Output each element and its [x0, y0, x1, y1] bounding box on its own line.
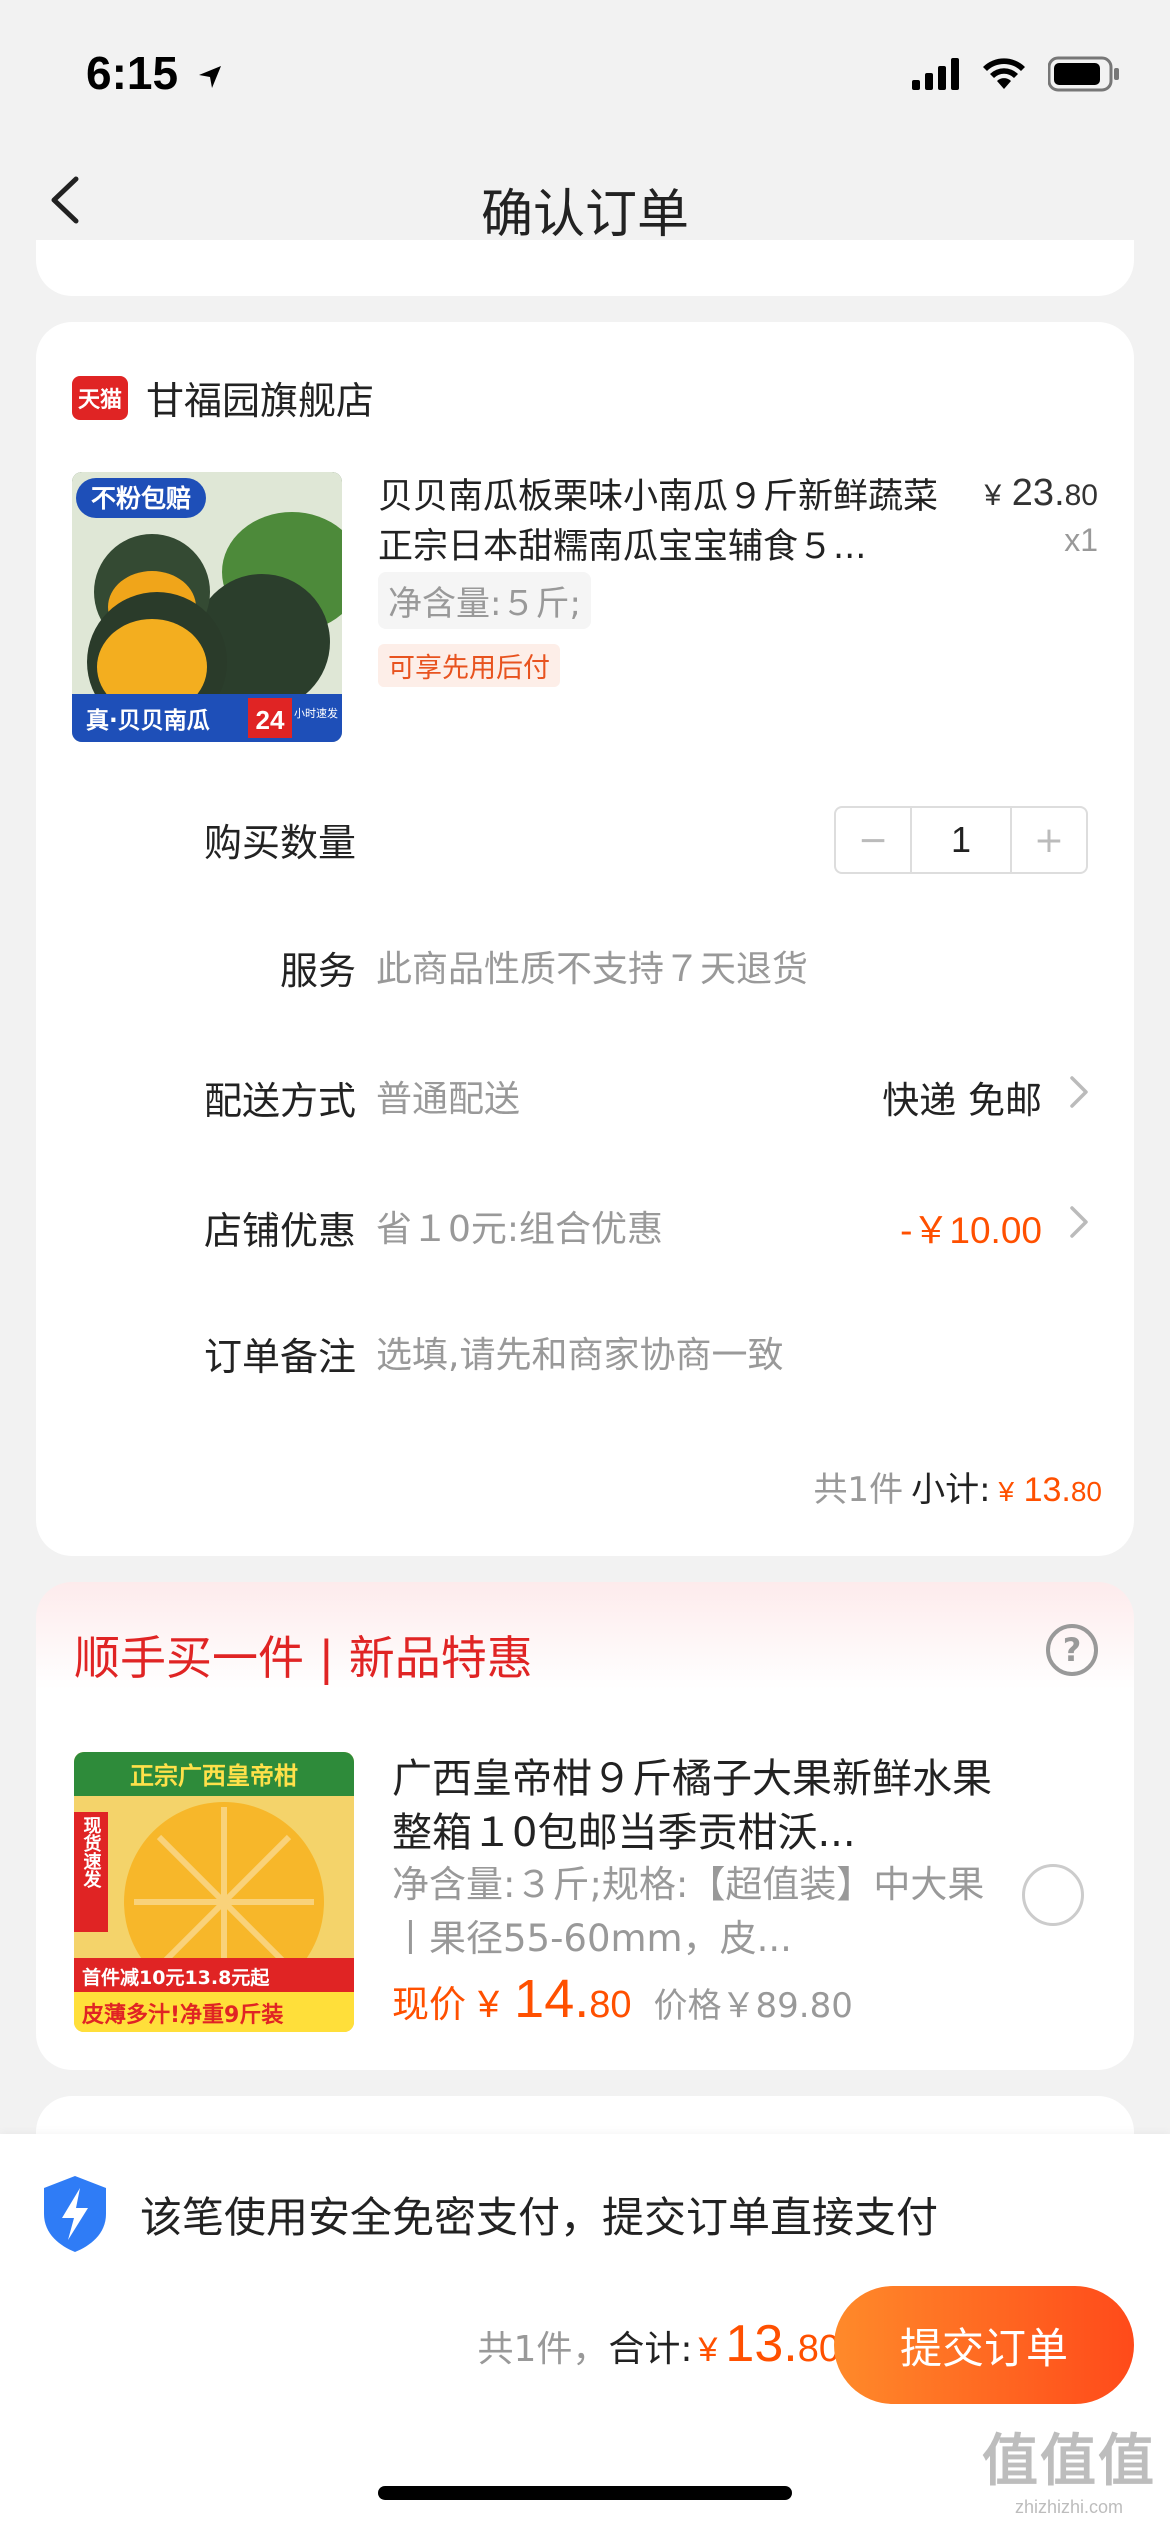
total-currency: ¥	[698, 2331, 718, 2369]
subtotal-count: 共1件	[813, 1470, 904, 1510]
chevron-right-icon[interactable]	[1064, 1202, 1094, 1242]
orange-illustration: 正宗广西皇帝柑 现货速发 首件减10元13.8元起 皮薄多汁!净重9斤装	[74, 1752, 354, 2032]
subtotal-amount: ¥ 13.80	[999, 1471, 1102, 1510]
addon-product-image[interactable]: 正宗广西皇帝柑 现货速发 首件减10元13.8元起 皮薄多汁!净重9斤装	[74, 1752, 354, 2032]
addon-price-cents: 80	[589, 1984, 632, 2026]
address-card-bottom	[36, 240, 1134, 296]
shop-discount-value: 省１0元:组合优惠	[376, 1209, 664, 1250]
product-image-top-text: 不粉包赔	[91, 484, 191, 513]
addon-select-radio[interactable]	[1022, 1864, 1084, 1926]
delivery-label: 配送方式	[203, 1079, 356, 1123]
status-time-text: 6:15	[86, 47, 179, 99]
order-note-input[interactable]: 选填,请先和商家协商一致	[376, 1326, 783, 1378]
increment-button[interactable]: +	[1012, 808, 1086, 872]
addon-image-side-text: 现货速发	[81, 1816, 103, 1889]
product-image-badge-text: 小时速发	[294, 706, 338, 720]
product-title[interactable]: 贝贝南瓜板栗味小南瓜９斤新鲜蔬菜正宗日本甜糯南瓜宝宝辅食５...	[378, 472, 938, 572]
help-icon[interactable]: ?	[1046, 1624, 1098, 1676]
addon-price-now: ¥ 14.80	[478, 1968, 632, 2030]
product-price-int: 23.	[1011, 472, 1065, 514]
order-note-label: 订单备注	[203, 1335, 356, 1379]
product-quantity: x1	[1064, 522, 1098, 558]
order-card: 天猫 甘福园旗舰店 不粉包赔 真·贝贝南瓜 24 小时速发 贝贝南瓜板栗味小南瓜…	[36, 322, 1134, 1556]
addon-product-name[interactable]: 广西皇帝柑９斤橘子大果新鲜水果整箱１0包邮当季贡柑沃...	[392, 1752, 992, 1860]
addon-price-row: 现价 ¥ 14.80 价格￥89.80	[392, 1968, 853, 2030]
location-arrow-icon	[198, 65, 221, 88]
addon-price-label: 现价	[392, 1983, 466, 2026]
status-time: 6:15	[86, 46, 225, 100]
cellular-signal-icon	[912, 58, 959, 90]
addon-card: 顺手买一件 | 新品特惠 ? 正宗广西皇帝柑 现货速发 首件减10元13.8元起…	[36, 1582, 1134, 2070]
total-amount: ¥13.80	[699, 2314, 841, 2374]
total-amount-int: 13.	[725, 2315, 798, 2373]
watermark-logo: 值值值 zhizhizhi.com	[982, 2416, 1156, 2518]
submit-order-button[interactable]: 提交订单	[834, 2286, 1134, 2404]
shield-lightning-icon	[44, 2176, 106, 2252]
addon-original-price: 价格￥89.80	[653, 1986, 853, 2026]
product-image-bottom-text: 真·贝贝南瓜	[86, 707, 210, 734]
secure-payment-row: 该笔使用安全免密支付，提交订单直接支付	[40, 2174, 938, 2254]
product-price-cents: 80	[1064, 479, 1098, 512]
addon-image-bottom-text: 皮薄多汁!净重9斤装	[82, 2002, 283, 2028]
tmall-badge-icon: 天猫	[72, 375, 128, 420]
delivery-value: 普通配送	[376, 1079, 521, 1120]
shop-header[interactable]: 天猫 甘福园旗舰店	[72, 370, 374, 425]
decrement-button[interactable]: −	[836, 808, 910, 872]
watermark-big: 值值值	[982, 2429, 1156, 2494]
subtotal-amount-int: 13.	[1023, 1471, 1071, 1509]
product-image-badge-num: 24	[256, 705, 285, 735]
page-title: 确认订单	[480, 185, 689, 245]
shop-discount-amount[interactable]: -￥10.00	[900, 1200, 1042, 1254]
pay-later-tag: 可享先用后付	[378, 644, 560, 687]
addon-product-spec: 净含量:３斤;规格:【超值装】中大果丨果径55-60mm，皮...	[392, 1863, 985, 1960]
battery-icon	[1048, 56, 1119, 92]
chevron-right-icon[interactable]	[1064, 1072, 1094, 1112]
service-label: 服务	[279, 949, 356, 993]
product-price: ¥ 23.80	[985, 472, 1098, 515]
watermark-small: zhizhizhi.com	[1014, 2497, 1124, 2517]
shop-name: 甘福园旗舰店	[146, 379, 375, 423]
addon-image-promo-text: 首件减10元13.8元起	[82, 1966, 270, 1989]
total-count: 共1件，	[477, 2329, 609, 2370]
total-label: 合计:	[608, 2329, 693, 2370]
status-bar: 6:15	[0, 0, 1170, 140]
addon-price-int: 14.	[514, 1969, 590, 2029]
product-price-currency: ¥	[984, 479, 1002, 512]
subtotal-currency: ¥	[998, 1476, 1015, 1507]
subtotal: 共1件 小计: ¥ 13.80	[813, 1462, 1102, 1511]
subtotal-amount-cents: 80	[1070, 1476, 1102, 1507]
shop-discount-label: 店铺优惠	[203, 1209, 356, 1253]
service-value: 此商品性质不支持７天退货	[376, 949, 809, 990]
product-spec: 净含量:５斤;	[378, 572, 591, 629]
checkout-bar: 该笔使用安全免密支付，提交订单直接支付 共1件， 合计: ¥13.80 提交订单…	[0, 2134, 1170, 2532]
total-row: 共1件， 合计: ¥13.80	[477, 2314, 840, 2374]
subtotal-label: 小计:	[911, 1470, 991, 1510]
addon-price-currency: ¥	[478, 1984, 500, 2026]
quantity-label: 购买数量	[203, 821, 356, 865]
product-image[interactable]: 不粉包赔 真·贝贝南瓜 24 小时速发	[72, 472, 342, 742]
addon-title: 顺手买一件 | 新品特惠	[74, 1631, 533, 1685]
addon-image-top-text: 正宗广西皇帝柑	[130, 1762, 298, 1790]
home-indicator[interactable]	[378, 2486, 792, 2500]
secure-payment-text: 该笔使用安全免密支付，提交订单直接支付	[140, 2192, 939, 2242]
quantity-value[interactable]: 1	[910, 808, 1012, 872]
status-icons	[912, 56, 1120, 92]
quantity-stepper: − 1 +	[834, 806, 1088, 874]
pumpkin-illustration: 不粉包赔 真·贝贝南瓜 24 小时速发	[72, 472, 342, 742]
wifi-icon	[983, 58, 1025, 89]
delivery-method[interactable]: 快递 免邮	[882, 1070, 1042, 1124]
